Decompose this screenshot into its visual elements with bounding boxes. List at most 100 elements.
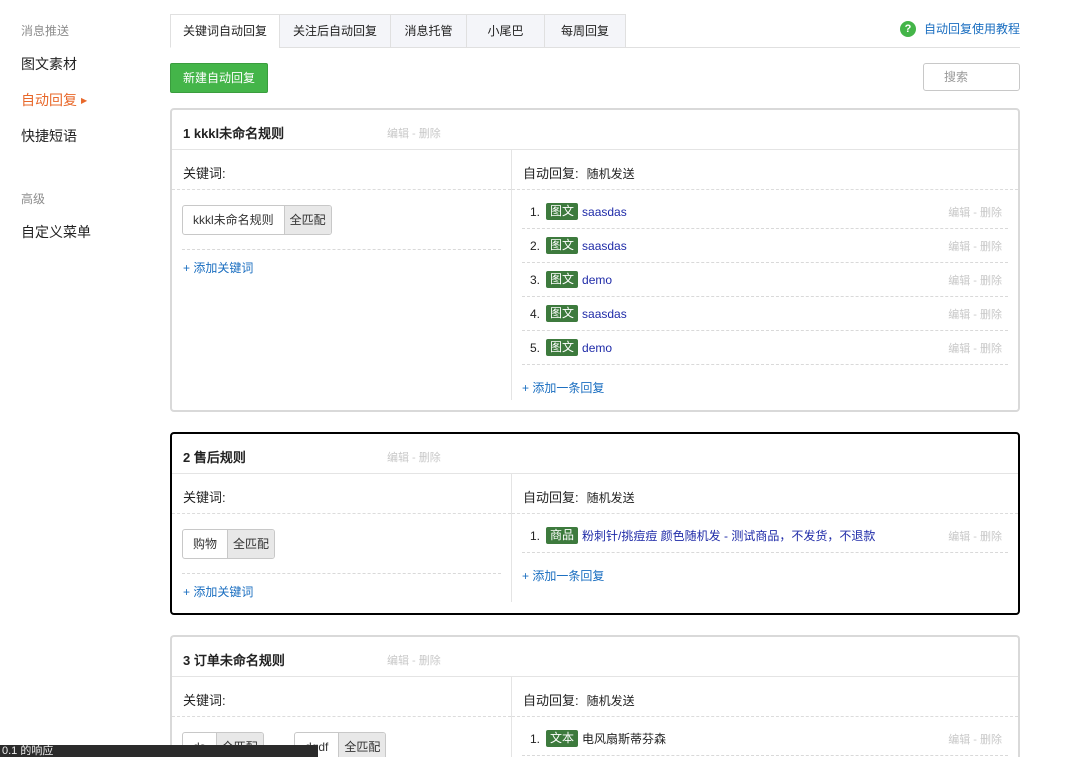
- reply-mode: 随机发送: [586, 694, 635, 708]
- tab-keyword-reply[interactable]: 关键词自动回复: [170, 14, 280, 48]
- reply-type-badge: 图文: [546, 305, 579, 322]
- reply-column-header: 自动回复: 随机发送: [512, 150, 1018, 190]
- tab-weekly-reply[interactable]: 每周回复: [544, 14, 626, 48]
- reply-item: 1. 图文 saasdas 编辑 - 删除: [522, 195, 1008, 229]
- reply-column-label: 自动回复:: [523, 166, 579, 181]
- reply-list: 1. 文本 电风扇斯蒂芬森 编辑 - 删除: [522, 722, 1008, 756]
- keyword-list: 购物 全匹配: [182, 514, 501, 574]
- reply-column: 自动回复: 随机发送 1. 商品 粉刺针/挑痘痘 颜色随机发 - 测试商品，不发货…: [511, 474, 1018, 602]
- reply-column-label: 自动回复:: [523, 693, 579, 708]
- add-keyword-link[interactable]: + 添加关键词: [183, 583, 253, 600]
- reply-mode: 随机发送: [586, 491, 635, 505]
- rule-header: 2 售后规则 编辑 - 删除: [172, 434, 1018, 474]
- sidebar-item-materials[interactable]: 图文素材: [21, 54, 77, 74]
- keyword-tag[interactable]: 购物 全匹配: [182, 529, 276, 559]
- reply-column: 自动回复: 随机发送 1. 文本 电风扇斯蒂芬森 编辑 - 删除: [511, 677, 1018, 757]
- reply-title-link[interactable]: saasdas: [582, 307, 627, 321]
- sidebar-item-quick-phrases[interactable]: 快捷短语: [21, 126, 77, 146]
- keyword-match-mode: 全匹配: [227, 530, 275, 558]
- rule-title: 3 订单未命名规则: [183, 653, 285, 668]
- reply-item: 5. 图文 demo 编辑 - 删除: [522, 331, 1008, 365]
- reply-number: 4.: [529, 306, 540, 321]
- reply-type-badge: 商品: [546, 527, 579, 544]
- reply-type-badge: 图文: [546, 237, 579, 254]
- keyword-match-mode: 全匹配: [338, 733, 386, 757]
- reply-column-label: 自动回复:: [523, 490, 579, 505]
- keyword-match-mode: 全匹配: [283, 206, 331, 234]
- reply-edit-delete-links[interactable]: 编辑 - 删除: [948, 272, 1002, 288]
- keyword-text: 购物: [193, 537, 218, 551]
- reply-number: 3.: [529, 272, 540, 287]
- sidebar-item-auto-reply-label: 自动回复: [21, 92, 77, 108]
- tab-follow-reply[interactable]: 关注后自动回复: [279, 14, 391, 48]
- help-tutorial-link[interactable]: ? 自动回复使用教程: [900, 20, 1020, 37]
- reply-column: 自动回复: 随机发送 1. 图文 saasdas 编辑 - 删除 2. 图文 sa…: [511, 150, 1018, 400]
- keyword-list: kkkl未命名规则 全匹配: [182, 190, 501, 250]
- reply-edit-delete-links[interactable]: 编辑 - 删除: [948, 528, 1002, 544]
- rule-card-selected: 2 售后规则 编辑 - 删除 关键词: 购物 全匹配 + 添加关键词 自动回复:…: [170, 432, 1020, 615]
- keyword-column-header: 关键词:: [172, 677, 511, 717]
- reply-number: 1.: [529, 731, 540, 746]
- reply-edit-delete-links[interactable]: 编辑 - 删除: [948, 731, 1002, 747]
- help-tutorial-label: 自动回复使用教程: [924, 22, 1021, 36]
- sidebar-item-custom-menu[interactable]: 自定义菜单: [21, 222, 91, 242]
- reply-edit-delete-links[interactable]: 编辑 - 删除: [948, 204, 1002, 220]
- browser-status-bar: 0.1 的响应: [0, 745, 318, 757]
- reply-list: 1. 图文 saasdas 编辑 - 删除 2. 图文 saasdas 编辑 -…: [522, 195, 1008, 365]
- reply-item: 1. 商品 粉刺针/挑痘痘 颜色随机发 - 测试商品，不发货，不退款 编辑 - …: [522, 519, 1008, 553]
- add-keyword-link[interactable]: + 添加关键词: [183, 259, 253, 276]
- reply-item: 4. 图文 saasdas 编辑 - 删除: [522, 297, 1008, 331]
- rule-title: 1 kkkl未命名规则: [183, 126, 285, 141]
- add-reply-link[interactable]: + 添加一条回复: [522, 567, 604, 584]
- rule-header: 3 订单未命名规则 编辑 - 删除: [172, 637, 1018, 677]
- sidebar-group-title-push: 消息推送: [21, 24, 70, 38]
- reply-title-link[interactable]: saasdas: [582, 239, 627, 253]
- reply-number: 1.: [529, 528, 540, 543]
- keyword-text: kkkl未命名规则: [193, 213, 274, 227]
- reply-number: 1.: [529, 204, 540, 219]
- reply-number: 2.: [529, 238, 540, 253]
- rule-card: 1 kkkl未命名规则 编辑 - 删除 关键词: kkkl未命名规则 全匹配 +…: [170, 108, 1020, 412]
- reply-title-link[interactable]: demo: [582, 341, 612, 355]
- keyword-column: 关键词: kkkl未命名规则 全匹配 + 添加关键词: [172, 150, 511, 275]
- rule-edit-delete-links[interactable]: 编辑 - 删除: [387, 125, 441, 141]
- keyword-column: 关键词: 购物 全匹配 + 添加关键词: [172, 474, 511, 599]
- tab-message-hosting[interactable]: 消息托管: [390, 14, 467, 48]
- sidebar-group-title-advanced: 高级: [21, 192, 46, 206]
- reply-item: 2. 图文 saasdas 编辑 - 删除: [522, 229, 1008, 263]
- reply-type-badge: 文本: [546, 730, 579, 747]
- help-icon: ?: [900, 20, 916, 37]
- new-auto-reply-button[interactable]: 新建自动回复: [170, 63, 268, 93]
- page: 消息推送 图文素材 自动回复 ▶ 快捷短语 高级 自定义菜单 关键词自动回复 关注…: [0, 0, 1088, 757]
- reply-type-badge: 图文: [546, 271, 579, 288]
- search-input[interactable]: 搜索: [923, 63, 1020, 91]
- reply-column-header: 自动回复: 随机发送: [512, 474, 1018, 514]
- rule-edit-delete-links[interactable]: 编辑 - 删除: [387, 652, 441, 668]
- keyword-column-header: 关键词:: [172, 150, 511, 190]
- tab-tail[interactable]: 小尾巴: [466, 14, 545, 48]
- rule-title: 2 售后规则: [183, 450, 246, 465]
- reply-title-link[interactable]: demo: [582, 273, 612, 287]
- tab-bar: 关键词自动回复 关注后自动回复 消息托管 小尾巴 每周回复: [170, 14, 1020, 48]
- rule-header: 1 kkkl未命名规则 编辑 - 删除: [172, 110, 1018, 150]
- keyword-tag[interactable]: kkkl未命名规则 全匹配: [182, 205, 332, 235]
- keyword-column-header: 关键词:: [172, 474, 511, 514]
- reply-item: 1. 文本 电风扇斯蒂芬森 编辑 - 删除: [522, 722, 1008, 756]
- reply-title-link[interactable]: saasdas: [582, 205, 627, 219]
- reply-item: 3. 图文 demo 编辑 - 删除: [522, 263, 1008, 297]
- caret-right-icon: ▶: [81, 96, 88, 105]
- reply-mode: 随机发送: [586, 167, 635, 181]
- reply-column-header: 自动回复: 随机发送: [512, 677, 1018, 717]
- reply-type-badge: 图文: [546, 203, 579, 220]
- rule-edit-delete-links[interactable]: 编辑 - 删除: [387, 449, 441, 465]
- reply-edit-delete-links[interactable]: 编辑 - 删除: [948, 306, 1002, 322]
- sidebar-item-auto-reply[interactable]: 自动回复 ▶: [21, 90, 87, 110]
- reply-type-badge: 图文: [546, 339, 579, 356]
- reply-number: 5.: [529, 340, 540, 355]
- reply-list: 1. 商品 粉刺针/挑痘痘 颜色随机发 - 测试商品，不发货，不退款 编辑 - …: [522, 519, 1008, 553]
- reply-title-text[interactable]: 电风扇斯蒂芬森: [582, 730, 666, 747]
- add-reply-link[interactable]: + 添加一条回复: [522, 379, 604, 396]
- reply-edit-delete-links[interactable]: 编辑 - 删除: [948, 238, 1002, 254]
- reply-edit-delete-links[interactable]: 编辑 - 删除: [948, 340, 1002, 356]
- reply-title-link[interactable]: 粉刺针/挑痘痘 颜色随机发 - 测试商品，不发货，不退款: [582, 527, 875, 544]
